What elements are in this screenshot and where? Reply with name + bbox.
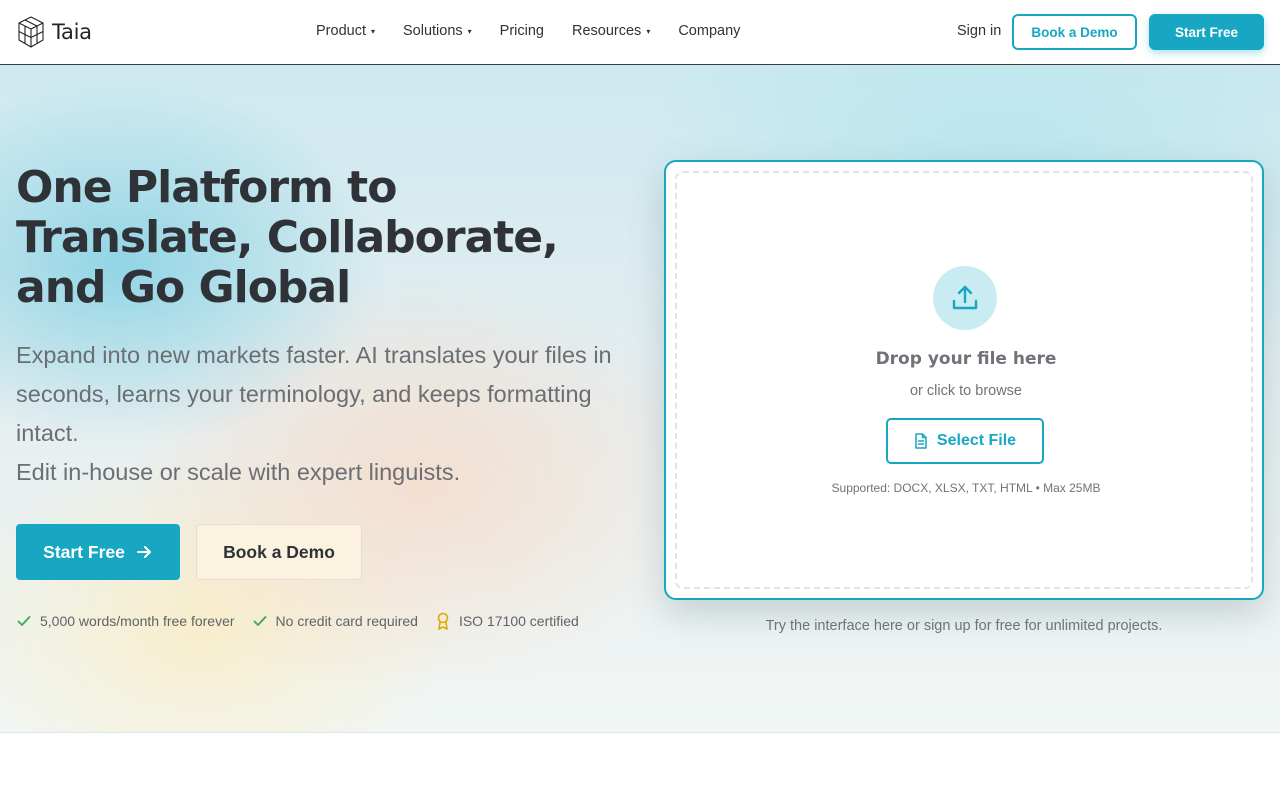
- feature-label: ISO 17100 certified: [458, 613, 579, 629]
- button-label: Select File: [936, 432, 1017, 449]
- award-ribbon-icon: [437, 612, 449, 630]
- feature-item: 5,000 words/month free forever: [16, 613, 235, 629]
- upload-icon: [952, 285, 978, 310]
- dropzone-subtitle: or click to browse: [909, 383, 1022, 399]
- hero-subtitle: Expand into new markets faster. AI trans…: [16, 336, 616, 492]
- upload-icon-badge: [933, 266, 997, 330]
- brand-name: Taia: [52, 20, 92, 44]
- nav-item-label: Company: [678, 23, 741, 39]
- book-demo-button[interactable]: Book a Demo: [1012, 14, 1137, 50]
- hero-title: One Platform to Translate, Collaborate, …: [16, 162, 559, 313]
- supported-formats: Supported: DOCX, XLSX, TXT, HTML • Max 2…: [831, 481, 1101, 495]
- dropzone-title: Drop your file here: [875, 349, 1057, 369]
- feature-item: No credit card required: [252, 613, 418, 629]
- sign-in-link[interactable]: Sign in: [957, 23, 1001, 39]
- check-icon: [17, 616, 31, 626]
- start-free-button[interactable]: Start Free: [1149, 14, 1264, 50]
- hero-subtitle-line: Edit in-house or scale with expert lingu…: [16, 459, 461, 485]
- document-icon: [915, 433, 927, 449]
- chevron-down-icon: ▾: [370, 26, 375, 36]
- file-dropzone[interactable]: Drop your file here or click to browse S…: [675, 171, 1253, 589]
- nav-item-label: Resources: [572, 23, 642, 39]
- arrow-right-icon: [136, 546, 151, 558]
- nav-item-pricing[interactable]: Pricing: [500, 23, 544, 39]
- hero-start-free-button[interactable]: Start Free: [16, 524, 180, 580]
- nav-item-product[interactable]: Product ▾: [316, 23, 375, 39]
- hero-subtitle-line: Expand into new markets faster. AI trans…: [16, 342, 612, 446]
- feature-label: No credit card required: [275, 613, 418, 629]
- upload-footer-note: Try the interface here or sign up for fr…: [765, 618, 1163, 634]
- nav-item-label: Product: [316, 23, 366, 39]
- main-nav: Product ▾ Solutions ▾ Pricing Resources …: [316, 23, 768, 39]
- feature-list: 5,000 words/month free forever No credit…: [16, 612, 596, 630]
- chevron-down-icon: ▾: [646, 26, 651, 36]
- cube-logo-icon: [18, 16, 44, 48]
- nav-item-company[interactable]: Company: [678, 23, 740, 39]
- nav-item-label: Solutions: [403, 23, 463, 39]
- hero-book-demo-button[interactable]: Book a Demo: [196, 524, 362, 580]
- feature-label: 5,000 words/month free forever: [40, 613, 235, 629]
- button-label: Start Free: [43, 541, 125, 562]
- nav-item-label: Pricing: [499, 23, 544, 39]
- select-file-button[interactable]: Select File: [886, 418, 1044, 464]
- feature-item: ISO 17100 certified: [435, 612, 579, 630]
- site-header: Taia Product ▾ Solutions ▾ Pricing Resou…: [0, 0, 1280, 65]
- upload-card: Drop your file here or click to browse S…: [664, 160, 1264, 600]
- nav-item-solutions[interactable]: Solutions ▾: [403, 23, 472, 39]
- chevron-down-icon: ▾: [467, 26, 472, 36]
- nav-item-resources[interactable]: Resources ▾: [572, 23, 650, 39]
- hero-section: One Platform to Translate, Collaborate, …: [0, 65, 1280, 733]
- brand-logo[interactable]: Taia: [16, 16, 92, 48]
- check-icon: [253, 616, 266, 626]
